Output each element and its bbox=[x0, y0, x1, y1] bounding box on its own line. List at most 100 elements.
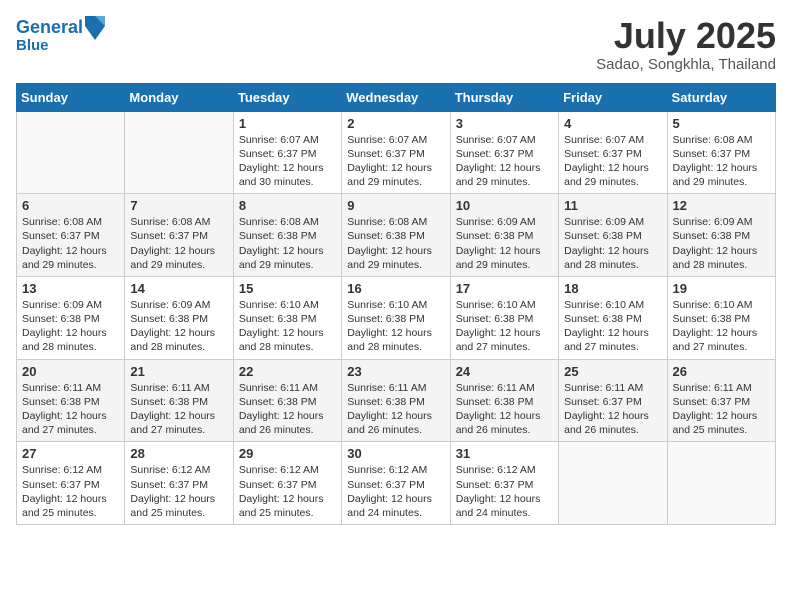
calendar-day-cell: 2 Sunrise: 6:07 AM Sunset: 6:37 PM Daylig… bbox=[342, 111, 450, 194]
day-number: 1 bbox=[239, 116, 336, 131]
calendar-day-cell: 8 Sunrise: 6:08 AM Sunset: 6:38 PM Daylig… bbox=[233, 194, 341, 277]
calendar-day-cell: 29 Sunrise: 6:12 AM Sunset: 6:37 PM Dayli… bbox=[233, 442, 341, 525]
day-info: Sunrise: 6:12 AM Sunset: 6:37 PM Dayligh… bbox=[22, 463, 119, 520]
day-number: 3 bbox=[456, 116, 553, 131]
day-info: Sunrise: 6:08 AM Sunset: 6:37 PM Dayligh… bbox=[130, 215, 227, 272]
day-info: Sunrise: 6:08 AM Sunset: 6:38 PM Dayligh… bbox=[347, 215, 444, 272]
calendar-day-cell: 17 Sunrise: 6:10 AM Sunset: 6:38 PM Dayli… bbox=[450, 276, 558, 359]
weekday-header: Tuesday bbox=[233, 83, 341, 111]
calendar-day-cell bbox=[17, 111, 125, 194]
day-number: 29 bbox=[239, 446, 336, 461]
calendar-day-cell: 9Sunrise: 6:08 AM Sunset: 6:38 PM Daylig… bbox=[342, 194, 450, 277]
weekday-header: Thursday bbox=[450, 83, 558, 111]
logo-icon bbox=[85, 16, 105, 40]
calendar-day-cell: 21 Sunrise: 6:11 AM Sunset: 6:38 PM Dayli… bbox=[125, 359, 233, 442]
day-info: Sunrise: 6:07 AM Sunset: 6:37 PM Dayligh… bbox=[456, 133, 553, 190]
day-info: Sunrise: 6:12 AM Sunset: 6:37 PM Dayligh… bbox=[239, 463, 336, 520]
calendar-day-cell: 20Sunrise: 6:11 AM Sunset: 6:38 PM Dayli… bbox=[17, 359, 125, 442]
calendar-day-cell: 26 Sunrise: 6:11 AM Sunset: 6:37 PM Dayli… bbox=[667, 359, 775, 442]
day-info: Sunrise: 6:08 AM Sunset: 6:38 PM Dayligh… bbox=[239, 215, 336, 272]
day-info: Sunrise: 6:10 AM Sunset: 6:38 PM Dayligh… bbox=[673, 298, 770, 355]
day-info: Sunrise: 6:10 AM Sunset: 6:38 PM Dayligh… bbox=[564, 298, 661, 355]
logo-blue-text: Blue bbox=[16, 38, 105, 55]
calendar-day-cell bbox=[559, 442, 667, 525]
calendar-day-cell: 5Sunrise: 6:08 AM Sunset: 6:37 PM Daylig… bbox=[667, 111, 775, 194]
calendar-day-cell: 18 Sunrise: 6:10 AM Sunset: 6:38 PM Dayli… bbox=[559, 276, 667, 359]
day-info: Sunrise: 6:11 AM Sunset: 6:38 PM Dayligh… bbox=[456, 381, 553, 438]
day-number: 22 bbox=[239, 364, 336, 379]
calendar-day-cell: 31Sunrise: 6:12 AM Sunset: 6:37 PM Dayli… bbox=[450, 442, 558, 525]
calendar-day-cell: 15Sunrise: 6:10 AM Sunset: 6:38 PM Dayli… bbox=[233, 276, 341, 359]
day-info: Sunrise: 6:11 AM Sunset: 6:38 PM Dayligh… bbox=[22, 381, 119, 438]
calendar-day-cell bbox=[125, 111, 233, 194]
calendar-day-cell: 22 Sunrise: 6:11 AM Sunset: 6:38 PM Dayli… bbox=[233, 359, 341, 442]
calendar-day-cell: 6 Sunrise: 6:08 AM Sunset: 6:37 PM Daylig… bbox=[17, 194, 125, 277]
calendar-week-row: 13 Sunrise: 6:09 AM Sunset: 6:38 PM Dayli… bbox=[17, 276, 776, 359]
day-number: 5 bbox=[673, 116, 770, 131]
day-info: Sunrise: 6:11 AM Sunset: 6:37 PM Dayligh… bbox=[564, 381, 661, 438]
calendar-day-cell: 30Sunrise: 6:12 AM Sunset: 6:37 PM Dayli… bbox=[342, 442, 450, 525]
calendar-day-cell: 10 Sunrise: 6:09 AM Sunset: 6:38 PM Dayli… bbox=[450, 194, 558, 277]
day-info: Sunrise: 6:07 AM Sunset: 6:37 PM Dayligh… bbox=[347, 133, 444, 190]
calendar-day-cell: 11 Sunrise: 6:09 AM Sunset: 6:38 PM Dayli… bbox=[559, 194, 667, 277]
day-info: Sunrise: 6:12 AM Sunset: 6:37 PM Dayligh… bbox=[130, 463, 227, 520]
calendar-day-cell: 23Sunrise: 6:11 AM Sunset: 6:38 PM Dayli… bbox=[342, 359, 450, 442]
day-info: Sunrise: 6:10 AM Sunset: 6:38 PM Dayligh… bbox=[456, 298, 553, 355]
calendar-week-row: 20Sunrise: 6:11 AM Sunset: 6:38 PM Dayli… bbox=[17, 359, 776, 442]
day-number: 17 bbox=[456, 281, 553, 296]
day-number: 26 bbox=[673, 364, 770, 379]
calendar-day-cell: 4 Sunrise: 6:07 AM Sunset: 6:37 PM Daylig… bbox=[559, 111, 667, 194]
day-number: 10 bbox=[456, 198, 553, 213]
day-number: 30 bbox=[347, 446, 444, 461]
weekday-header: Monday bbox=[125, 83, 233, 111]
title-block: July 2025 Sadao, Songkhla, Thailand bbox=[596, 16, 776, 73]
day-number: 2 bbox=[347, 116, 444, 131]
calendar-day-cell: 3 Sunrise: 6:07 AM Sunset: 6:37 PM Daylig… bbox=[450, 111, 558, 194]
calendar-day-cell: 12 Sunrise: 6:09 AM Sunset: 6:38 PM Dayli… bbox=[667, 194, 775, 277]
calendar-day-cell: 13 Sunrise: 6:09 AM Sunset: 6:38 PM Dayli… bbox=[17, 276, 125, 359]
day-info: Sunrise: 6:07 AM Sunset: 6:37 PM Dayligh… bbox=[239, 133, 336, 190]
day-info: Sunrise: 6:11 AM Sunset: 6:37 PM Dayligh… bbox=[673, 381, 770, 438]
day-number: 7 bbox=[130, 198, 227, 213]
calendar-week-row: 6 Sunrise: 6:08 AM Sunset: 6:37 PM Daylig… bbox=[17, 194, 776, 277]
day-info: Sunrise: 6:09 AM Sunset: 6:38 PM Dayligh… bbox=[564, 215, 661, 272]
weekday-header: Wednesday bbox=[342, 83, 450, 111]
day-info: Sunrise: 6:09 AM Sunset: 6:38 PM Dayligh… bbox=[130, 298, 227, 355]
day-number: 24 bbox=[456, 364, 553, 379]
day-info: Sunrise: 6:09 AM Sunset: 6:38 PM Dayligh… bbox=[673, 215, 770, 272]
day-number: 12 bbox=[673, 198, 770, 213]
day-number: 6 bbox=[22, 198, 119, 213]
day-info: Sunrise: 6:08 AM Sunset: 6:37 PM Dayligh… bbox=[22, 215, 119, 272]
location: Sadao, Songkhla, Thailand bbox=[596, 56, 776, 73]
day-info: Sunrise: 6:11 AM Sunset: 6:38 PM Dayligh… bbox=[130, 381, 227, 438]
day-number: 14 bbox=[130, 281, 227, 296]
day-info: Sunrise: 6:07 AM Sunset: 6:37 PM Dayligh… bbox=[564, 133, 661, 190]
day-info: Sunrise: 6:09 AM Sunset: 6:38 PM Dayligh… bbox=[456, 215, 553, 272]
day-number: 28 bbox=[130, 446, 227, 461]
day-number: 23 bbox=[347, 364, 444, 379]
calendar-week-row: 1 Sunrise: 6:07 AM Sunset: 6:37 PM Daylig… bbox=[17, 111, 776, 194]
calendar-day-cell: 28 Sunrise: 6:12 AM Sunset: 6:37 PM Dayli… bbox=[125, 442, 233, 525]
month-title: July 2025 bbox=[596, 16, 776, 56]
weekday-header: Friday bbox=[559, 83, 667, 111]
day-info: Sunrise: 6:09 AM Sunset: 6:38 PM Dayligh… bbox=[22, 298, 119, 355]
logo: General Blue bbox=[16, 16, 105, 55]
day-number: 21 bbox=[130, 364, 227, 379]
day-info: Sunrise: 6:12 AM Sunset: 6:37 PM Dayligh… bbox=[456, 463, 553, 520]
day-number: 13 bbox=[22, 281, 119, 296]
day-number: 8 bbox=[239, 198, 336, 213]
day-number: 11 bbox=[564, 198, 661, 213]
logo-text: General bbox=[16, 18, 83, 38]
calendar-day-cell bbox=[667, 442, 775, 525]
day-number: 18 bbox=[564, 281, 661, 296]
calendar-day-cell: 19Sunrise: 6:10 AM Sunset: 6:38 PM Dayli… bbox=[667, 276, 775, 359]
day-number: 4 bbox=[564, 116, 661, 131]
day-number: 27 bbox=[22, 446, 119, 461]
calendar-day-cell: 1 Sunrise: 6:07 AM Sunset: 6:37 PM Daylig… bbox=[233, 111, 341, 194]
calendar-day-cell: 16Sunrise: 6:10 AM Sunset: 6:38 PM Dayli… bbox=[342, 276, 450, 359]
calendar-table: SundayMondayTuesdayWednesdayThursdayFrid… bbox=[16, 83, 776, 525]
page-header: General Blue July 2025 Sadao, Songkhla, … bbox=[16, 16, 776, 73]
day-info: Sunrise: 6:11 AM Sunset: 6:38 PM Dayligh… bbox=[239, 381, 336, 438]
calendar-day-cell: 25Sunrise: 6:11 AM Sunset: 6:37 PM Dayli… bbox=[559, 359, 667, 442]
calendar-day-cell: 27 Sunrise: 6:12 AM Sunset: 6:37 PM Dayli… bbox=[17, 442, 125, 525]
